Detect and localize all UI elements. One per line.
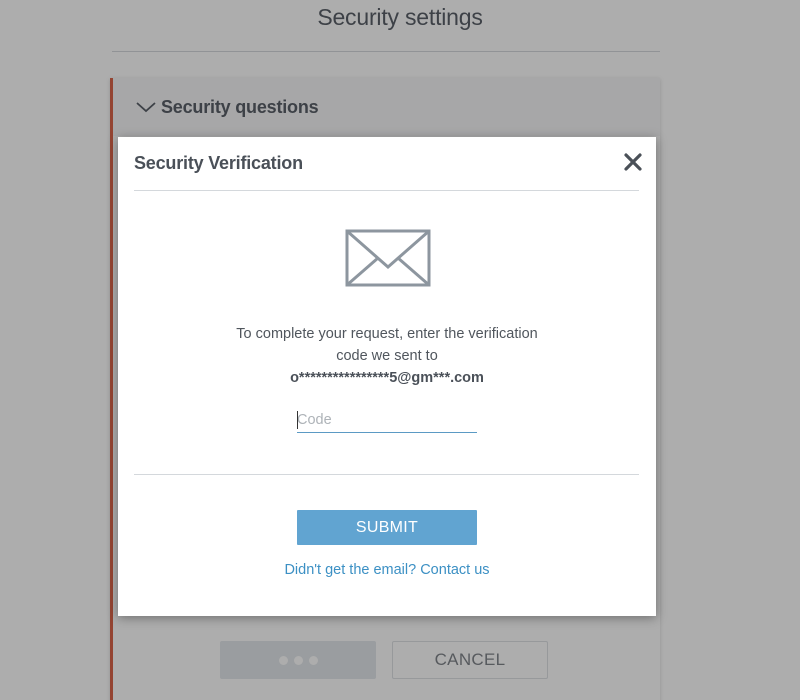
masked-email: o****************5@gm***.com	[290, 370, 484, 386]
text-caret	[297, 411, 298, 429]
instruction-line-2: code we sent to	[336, 348, 438, 364]
modal-header-divider	[134, 190, 639, 191]
contact-us-link[interactable]: Didn't get the email? Contact us	[118, 562, 656, 578]
close-icon[interactable]	[623, 152, 643, 172]
envelope-icon	[345, 229, 431, 289]
modal-footer-divider	[134, 474, 639, 475]
instruction-line-1: To complete your request, enter the veri…	[236, 326, 538, 342]
security-verification-modal: Security Verification To complete your r…	[118, 137, 656, 616]
code-input[interactable]	[297, 407, 477, 433]
submit-button[interactable]: SUBMIT	[297, 510, 477, 545]
modal-title: Security Verification	[134, 153, 303, 173]
verification-instructions: To complete your request, enter the veri…	[118, 323, 656, 367]
